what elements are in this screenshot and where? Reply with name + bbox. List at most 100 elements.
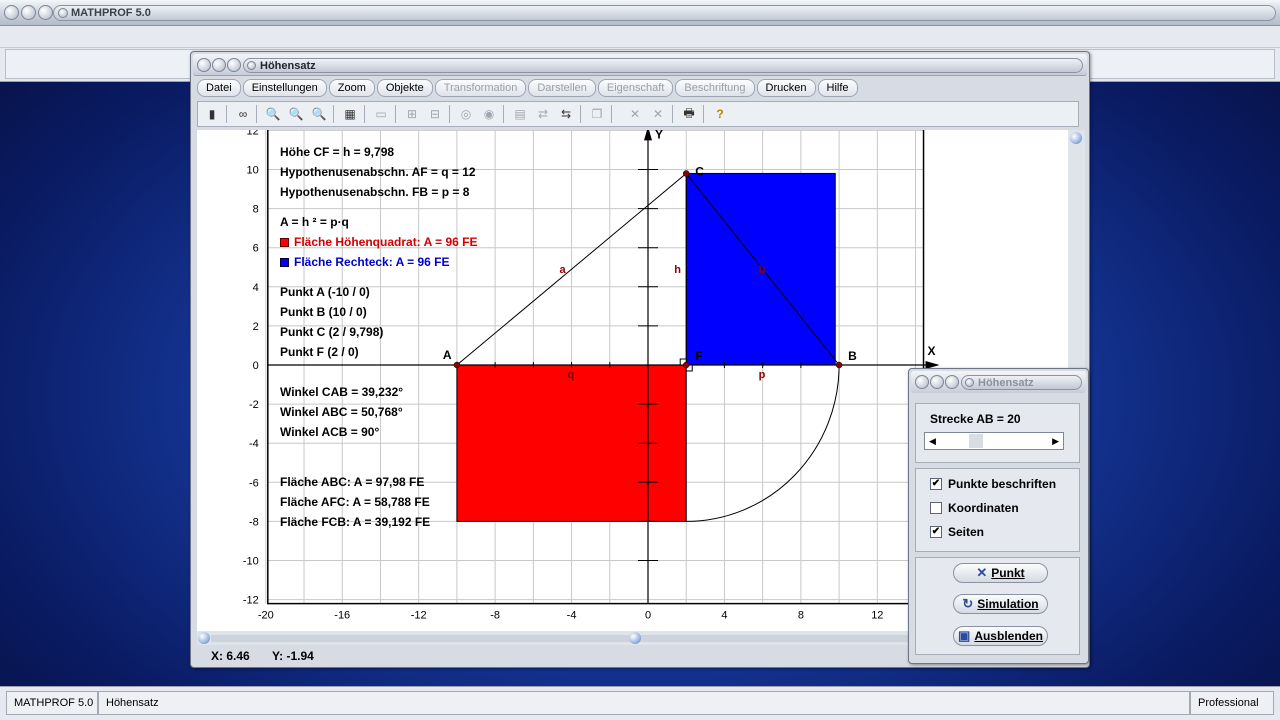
simulation-button[interactable]: ↻ Simulation xyxy=(953,594,1048,614)
menu-datei[interactable]: Datei xyxy=(197,79,241,97)
window-icon[interactable]: ▭ xyxy=(371,105,391,123)
range-icon[interactable]: ⊟ xyxy=(425,105,445,123)
info-punkt-f: Punkt F (2 / 0) xyxy=(280,345,359,359)
point-b xyxy=(835,361,843,369)
window-control-icon[interactable] xyxy=(212,58,226,72)
menu-eigenschaft[interactable]: Eigenschaft xyxy=(597,79,674,97)
swap-icon[interactable]: ⇆ xyxy=(556,105,576,123)
menu-zoom[interactable]: Zoom xyxy=(328,79,375,97)
window-control-icon[interactable] xyxy=(197,58,211,72)
checkbox-checked-icon[interactable]: ✔ xyxy=(930,526,942,538)
info-punkt-c: Punkt C (2 / 9,798) xyxy=(280,325,384,339)
window-control-icon[interactable] xyxy=(227,58,241,72)
info-flaeche-afc: Fläche AFC: A = 58,788 FE xyxy=(280,495,430,509)
checkbox-seiten[interactable]: ✔ Seiten xyxy=(930,525,984,539)
window-control-icon[interactable] xyxy=(4,5,19,20)
menu-objekte[interactable]: Objekte xyxy=(376,79,433,97)
x-tick-label: 8 xyxy=(798,610,804,622)
scroll-thumb-icon[interactable] xyxy=(629,632,641,644)
app-title-pill: MATHPROF 5.0 xyxy=(53,5,1276,21)
legend-blue-label: Fläche Rechteck: A = 96 FE xyxy=(294,255,450,269)
y-tick-label: 0 xyxy=(253,360,259,372)
dialog-title: Höhensatz xyxy=(978,376,1034,389)
y-tick-label: 2 xyxy=(253,321,259,333)
slider-knob[interactable] xyxy=(969,434,983,448)
circle-target-icon[interactable]: ◉ xyxy=(479,105,499,123)
zoom-out-icon[interactable]: 🔍 xyxy=(263,105,283,123)
info-punkt-b: Punkt B (10 / 0) xyxy=(280,305,367,319)
window-title-pill: Höhensatz xyxy=(243,58,1083,73)
export-icon[interactable]: ⇄ xyxy=(533,105,553,123)
menu-hilfe[interactable]: Hilfe xyxy=(817,79,858,97)
checkbox-checked-icon[interactable]: ✔ xyxy=(930,478,942,490)
window-control-icon[interactable] xyxy=(21,5,36,20)
info-hoehe: Höhe CF = h = 9,798 xyxy=(280,145,395,159)
dialog-title-pill: Höhensatz xyxy=(961,375,1082,390)
strecke-label: Strecke AB = 20 xyxy=(930,412,1021,426)
menu-darstellen[interactable]: Darstellen xyxy=(528,79,596,97)
title-dot-icon xyxy=(58,8,68,18)
window-control-icon[interactable] xyxy=(38,5,53,20)
checkbox-unchecked-icon[interactable] xyxy=(930,502,942,514)
scroll-thumb-icon[interactable] xyxy=(1070,132,1082,144)
point-icon: ✕ xyxy=(976,565,988,580)
help-icon[interactable]: ? xyxy=(710,105,730,123)
punkt-button[interactable]: ✕ Punkt xyxy=(953,563,1048,583)
side-label-b: b xyxy=(759,264,766,276)
cross-double-icon[interactable]: ✕ xyxy=(648,105,668,123)
menu-transformation[interactable]: Transformation xyxy=(434,79,527,97)
strecke-slider[interactable]: ◀ ▶ xyxy=(924,432,1064,450)
checkbox-koordinaten[interactable]: Koordinaten xyxy=(930,501,1019,515)
menu-drucken[interactable]: Drucken xyxy=(756,79,816,97)
refresh-icon: ↻ xyxy=(962,596,974,611)
x-tick-label: -12 xyxy=(411,610,427,622)
point-label-b: B xyxy=(848,349,857,363)
window-control-icon[interactable] xyxy=(945,375,959,389)
cross-icon[interactable]: ✕ xyxy=(625,105,645,123)
window-control-icon[interactable] xyxy=(930,375,944,389)
info-hyp-q: Hypothenusenabschn. AF = q = 12 xyxy=(280,165,476,179)
y-tick-label: 10 xyxy=(247,165,259,177)
zoom-reset-icon[interactable]: 🔍 xyxy=(286,105,306,123)
checkbox-label: Punkte beschriften xyxy=(948,477,1057,491)
info-winkel-abc: Winkel ABC = 50,768° xyxy=(280,405,403,419)
circle-dot-icon[interactable]: ◎ xyxy=(456,105,476,123)
app-titlebar: MATHPROF 5.0 xyxy=(0,0,1280,26)
window-title: Höhensatz xyxy=(260,59,316,72)
point-label-c: C xyxy=(695,164,704,178)
zoom-in-icon[interactable]: 🔍 xyxy=(309,105,329,123)
copy-icon[interactable]: ❐ xyxy=(587,105,607,123)
point-label-f: F xyxy=(695,349,702,363)
y-tick-label: 8 xyxy=(253,204,259,216)
print-icon[interactable]: 🖶 xyxy=(679,105,699,123)
legend-blue: Fläche Rechteck: A = 96 FE xyxy=(280,252,477,272)
calculator-icon[interactable]: ▮ xyxy=(202,105,222,123)
scroll-left-icon[interactable] xyxy=(198,632,210,644)
y-tick-label: -2 xyxy=(249,399,259,411)
window-control-icon[interactable] xyxy=(915,375,929,389)
y-tick-label: -8 xyxy=(249,516,259,528)
slider-left-arrow-icon[interactable]: ◀ xyxy=(929,436,936,447)
app-statusbar: MATHPROF 5.0 Höhensatz Professional xyxy=(0,686,1280,720)
grid-toggle-icon[interactable]: ⊞ xyxy=(402,105,422,123)
y-tick-label: -4 xyxy=(249,438,259,450)
table-icon[interactable]: ▤ xyxy=(510,105,530,123)
checkbox-punkte-beschriften[interactable]: ✔ Punkte beschriften xyxy=(930,477,1056,491)
x-tick-label: -4 xyxy=(567,610,577,622)
menu-einstellungen[interactable]: Einstellungen xyxy=(242,79,327,97)
info-winkel-acb: Winkel ACB = 90° xyxy=(280,425,380,439)
info-flaeche-fcb: Fläche FCB: A = 39,192 FE xyxy=(280,515,431,529)
menu-beschriftung[interactable]: Beschriftung xyxy=(675,79,755,97)
window-menubar: Datei Einstellungen Zoom Objekte Transfo… xyxy=(197,79,858,98)
y-tick-label: -6 xyxy=(249,477,259,489)
x-tick-label: -8 xyxy=(490,610,500,622)
x-tick-label: 4 xyxy=(721,610,727,622)
glasses-icon[interactable]: ∞ xyxy=(233,105,253,123)
y-tick-label: 12 xyxy=(247,130,259,137)
ausblenden-button[interactable]: ▣ Ausblenden xyxy=(953,626,1048,646)
settings-icon[interactable]: ▦ xyxy=(340,105,360,123)
coord-y: Y: -1.94 xyxy=(272,649,314,663)
checkbox-label: Koordinaten xyxy=(948,501,1019,515)
slider-right-arrow-icon[interactable]: ▶ xyxy=(1052,436,1059,447)
dialog-titlebar: Höhensatz xyxy=(911,371,1086,393)
